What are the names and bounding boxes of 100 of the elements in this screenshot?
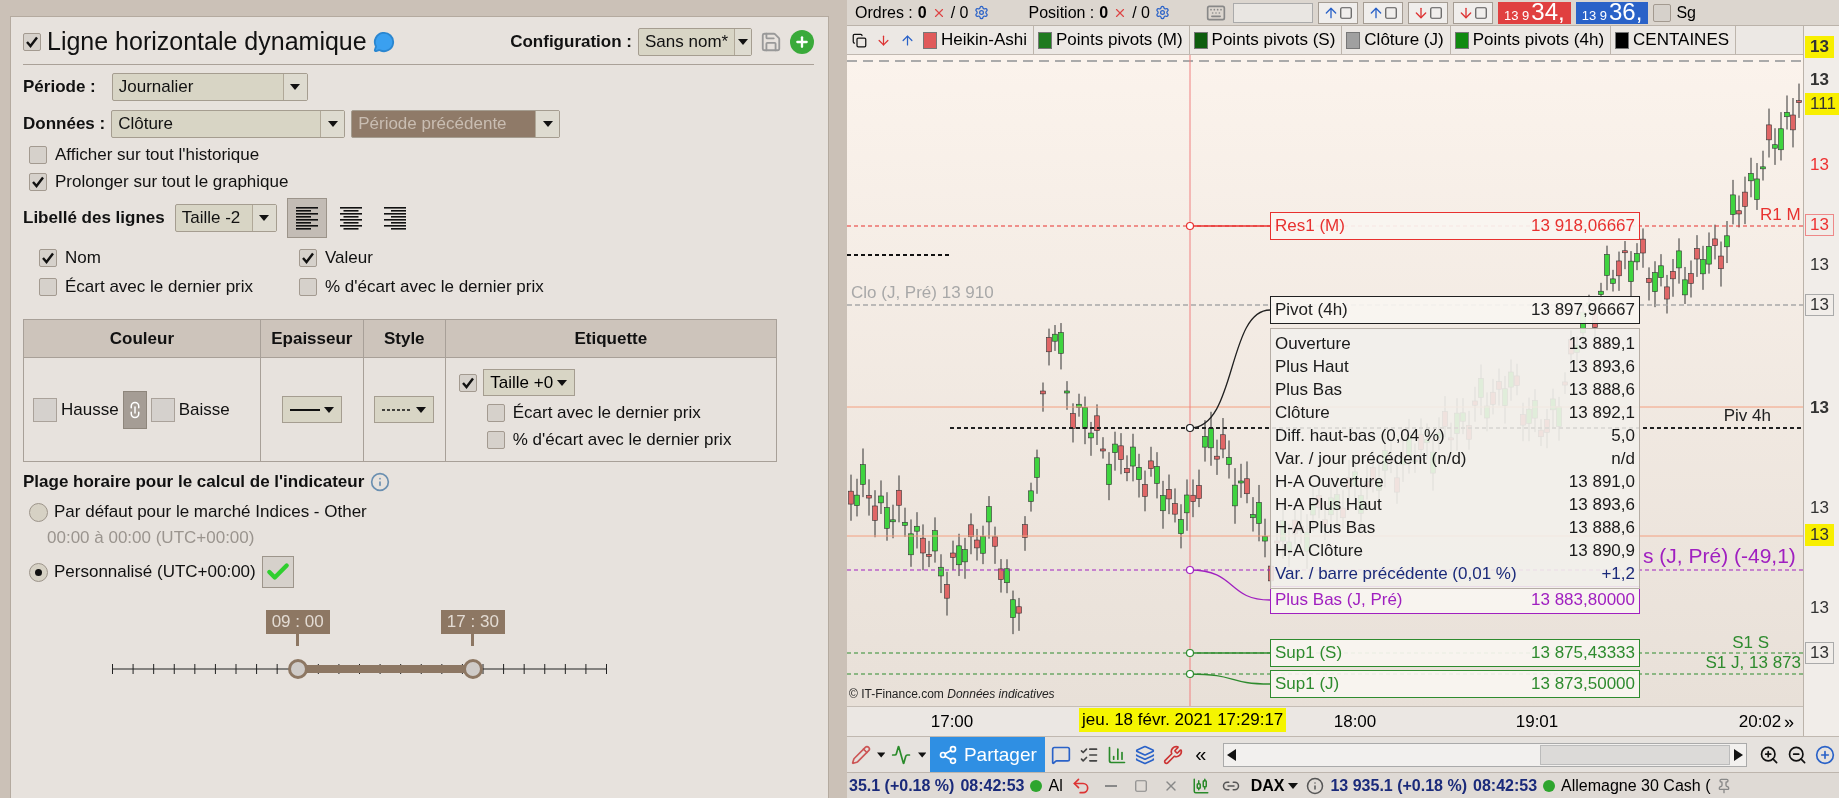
column-header: Couleur	[23, 319, 261, 358]
style-dropdown[interactable]	[374, 396, 435, 423]
square-icon	[1384, 5, 1398, 20]
fall-label: Baisse	[178, 399, 230, 420]
caret-icon	[1288, 782, 1299, 789]
time-label: 19:01	[1515, 712, 1559, 732]
checkbox[interactable]	[1653, 3, 1672, 22]
price-label: 111	[1805, 93, 1839, 115]
quote-time: 08:42:53	[960, 776, 1025, 795]
slider-thumb[interactable]	[287, 659, 308, 679]
caret-icon	[323, 406, 334, 413]
orders-total: / 0	[950, 3, 969, 22]
price-label: 13	[1809, 154, 1830, 176]
order-button[interactable]	[1408, 1, 1448, 24]
color-swatch[interactable]	[150, 397, 175, 422]
tooltip-label: H-A Plus Bas	[1275, 517, 1376, 538]
caret-icon	[416, 406, 427, 413]
thickness-dropdown[interactable]	[281, 396, 342, 423]
slider-thumb[interactable]	[462, 659, 483, 679]
quantity-field[interactable]	[1233, 2, 1313, 23]
share-icon	[937, 744, 958, 765]
field-label: Valeur	[325, 248, 373, 268]
level-value: 13 918,06667	[1531, 216, 1635, 236]
settings-icon	[973, 5, 989, 20]
tooltip-value: 13 892,1	[1568, 402, 1635, 423]
square-icon	[1339, 5, 1353, 20]
checkbox[interactable]	[486, 431, 505, 449]
label-size-dropdown[interactable]: Taille +0	[482, 369, 575, 396]
price-label: 13	[1809, 254, 1830, 276]
checkbox[interactable]	[458, 373, 477, 392]
time-range-note: 00:00 à 00:00 (UTC+00:00)	[47, 528, 255, 548]
scrollbar-thumb[interactable]	[1539, 744, 1730, 765]
tooltip-value: n/d	[1611, 448, 1635, 469]
rise-label: Hausse	[61, 399, 119, 420]
indicator-tab[interactable]: Points pivots (4h)	[1450, 26, 1612, 54]
tooltip-label: H-A Ouverture	[1275, 471, 1384, 492]
sell-price[interactable]: 13 9 34,	[1498, 1, 1571, 24]
tooltip-label: H-A Plus Haut	[1275, 494, 1382, 515]
option-label: Sg	[1676, 3, 1696, 22]
dialog-title: Ligne horizontale dynamique	[47, 27, 367, 56]
wrench-icon	[1162, 743, 1183, 766]
instrument-name: Allemagne 30 Cash (	[1561, 776, 1711, 795]
time-label: 17:00	[930, 712, 974, 732]
caret-icon	[738, 38, 749, 45]
info-icon	[1306, 776, 1325, 795]
apply-button[interactable]	[261, 556, 294, 588]
scroll-left-button[interactable]: «	[1188, 741, 1213, 768]
radio-button[interactable]	[29, 502, 48, 522]
checkbox[interactable]	[39, 249, 57, 267]
level-value: 13 883,80000	[1531, 590, 1635, 610]
order-button[interactable]	[1363, 1, 1403, 24]
checkbox[interactable]	[299, 249, 317, 267]
period-dropdown[interactable]: Journalier	[111, 73, 308, 101]
windows-icon	[851, 32, 867, 48]
field-label: % d'écart avec le dernier prix	[325, 277, 544, 297]
credit-note: Données indicatives	[947, 687, 1055, 701]
pencil-icon	[851, 743, 871, 766]
indicator-tab[interactable]: Points pivots (M)	[1034, 26, 1190, 54]
checkbox[interactable]	[299, 278, 317, 296]
tooltip-value: 13 891,0	[1568, 471, 1635, 492]
time-label: 18:00	[1333, 712, 1377, 732]
plus-icon	[794, 33, 810, 50]
radio-button[interactable]	[29, 562, 48, 582]
option-label: % d'écart avec le dernier prix	[512, 430, 732, 450]
indicator-tab[interactable]: Points pivots (S)	[1189, 26, 1343, 54]
data-dropdown[interactable]: Clôture	[111, 110, 346, 138]
indicator-tab[interactable]: CENTAINES	[1611, 26, 1737, 54]
scrollbar[interactable]	[1222, 742, 1747, 767]
checkbox[interactable]	[39, 278, 57, 296]
price-label: 13	[1809, 597, 1830, 619]
tooltip-label: Plus Bas	[1275, 379, 1343, 400]
checkbox[interactable]	[29, 173, 47, 191]
buy-price[interactable]: 13 9 36,	[1575, 1, 1649, 24]
color-swatch[interactable]	[33, 397, 57, 422]
time-label: 09 : 00	[265, 610, 330, 634]
size-dropdown[interactable]: Taille -2	[174, 204, 277, 232]
cursor-time-label: jeu. 18 févr. 2021 17:29:17	[1079, 708, 1287, 732]
option-label: Écart avec le dernier prix	[512, 403, 701, 423]
level-name: Pivot (4h)	[1275, 300, 1348, 320]
time-label: 17 : 30	[440, 610, 505, 634]
indicator-tab[interactable]: Heikin-Ashi	[919, 26, 1034, 54]
time-label: 20:02	[1738, 712, 1782, 732]
symbol-dropdown[interactable]: DAX	[1248, 772, 1301, 798]
checkbox[interactable]	[486, 404, 505, 422]
level-name: Res1 (M)	[1275, 216, 1345, 236]
instrument-name: Al	[1048, 776, 1063, 795]
align-button[interactable]	[286, 198, 327, 238]
tooltip-value: 13 888,6	[1568, 379, 1635, 400]
line-tag: Piv 4h	[1723, 406, 1771, 426]
tooltip-label: Plus Haut	[1275, 356, 1349, 377]
order-button[interactable]	[1318, 1, 1358, 24]
indicator-tab[interactable]: Clôture (J)	[1342, 26, 1451, 54]
line-tag: Clo (J, Pré) 13 910	[851, 283, 994, 303]
configuration-dropdown[interactable]: Sans nom*	[638, 27, 752, 56]
link-button[interactable]	[122, 390, 147, 429]
order-button[interactable]	[1453, 1, 1493, 24]
add-button[interactable]	[790, 29, 814, 54]
checkbox[interactable]	[29, 146, 47, 164]
orders-label: Ordres :	[855, 3, 913, 22]
checkbox[interactable]	[23, 32, 41, 51]
